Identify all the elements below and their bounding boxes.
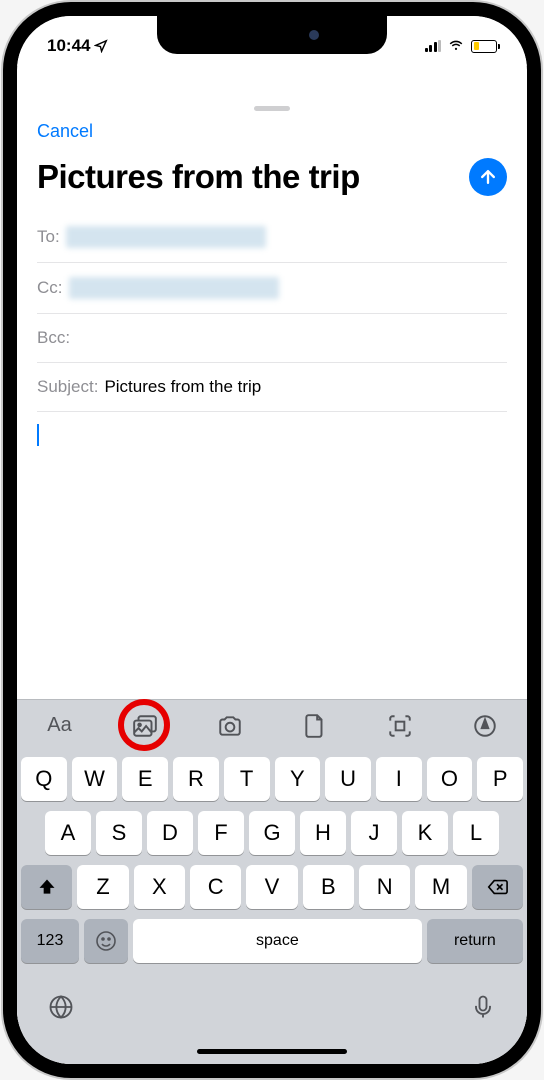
subject-field[interactable]: Subject: Pictures from the trip [37, 363, 507, 412]
cc-label: Cc: [37, 278, 63, 298]
keyboard-row-1: QWERTYUIOP [21, 757, 523, 801]
key-r[interactable]: R [173, 757, 219, 801]
camera-icon [217, 713, 243, 739]
cc-field[interactable]: Cc: [37, 263, 507, 314]
scan-button[interactable] [379, 705, 421, 747]
send-button[interactable] [469, 158, 507, 196]
key-e[interactable]: E [122, 757, 168, 801]
markup-button[interactable] [464, 705, 506, 747]
battery-icon [471, 40, 497, 53]
home-indicator[interactable] [197, 1049, 347, 1054]
emoji-icon [94, 929, 118, 953]
keyboard-row-3: ZXCVBNM [21, 865, 523, 909]
location-icon [94, 39, 108, 53]
photo-icon [132, 713, 158, 739]
emoji-key[interactable] [84, 919, 128, 963]
cc-value-redacted [69, 277, 279, 299]
key-i[interactable]: I [376, 757, 422, 801]
key-s[interactable]: S [96, 811, 142, 855]
key-w[interactable]: W [72, 757, 118, 801]
key-o[interactable]: O [427, 757, 473, 801]
cancel-button[interactable]: Cancel [37, 121, 93, 142]
backspace-icon [486, 876, 508, 898]
return-key[interactable]: return [427, 919, 523, 963]
bcc-label: Bcc: [37, 328, 70, 348]
time-text: 10:44 [47, 36, 90, 56]
text-cursor [37, 424, 39, 446]
space-key[interactable]: space [133, 919, 422, 963]
key-x[interactable]: X [134, 865, 185, 909]
key-q[interactable]: Q [21, 757, 67, 801]
key-y[interactable]: Y [275, 757, 321, 801]
keyboard: Aa [17, 699, 527, 1064]
status-time: 10:44 [47, 36, 108, 56]
to-value-redacted [66, 226, 266, 248]
key-j[interactable]: J [351, 811, 397, 855]
shift-icon [37, 877, 57, 897]
subject-label: Subject: [37, 377, 98, 397]
dictation-button[interactable] [469, 993, 497, 1026]
globe-button[interactable] [47, 993, 75, 1026]
key-b[interactable]: B [303, 865, 354, 909]
key-t[interactable]: T [224, 757, 270, 801]
markup-icon [472, 713, 498, 739]
globe-icon [47, 993, 75, 1021]
to-field[interactable]: To: [37, 212, 507, 263]
key-z[interactable]: Z [77, 865, 128, 909]
notch [157, 16, 387, 54]
wifi-icon [447, 35, 465, 58]
document-button[interactable] [294, 705, 336, 747]
scan-icon [387, 713, 413, 739]
body-input[interactable] [17, 412, 527, 458]
key-u[interactable]: U [325, 757, 371, 801]
compose-sheet: Cancel Pictures from the trip To: Cc: Bc… [17, 98, 527, 1064]
key-k[interactable]: K [402, 811, 448, 855]
key-l[interactable]: L [453, 811, 499, 855]
sheet-header: Cancel [17, 111, 527, 150]
numbers-key[interactable]: 123 [21, 919, 79, 963]
cellular-icon [425, 40, 442, 52]
backspace-key[interactable] [472, 865, 523, 909]
camera-button[interactable] [209, 705, 251, 747]
key-p[interactable]: P [477, 757, 523, 801]
key-d[interactable]: D [147, 811, 193, 855]
arrow-up-icon [478, 167, 498, 187]
keyboard-row-4: 123 space return [21, 919, 523, 963]
title-row: Pictures from the trip [17, 150, 527, 212]
page-title: Pictures from the trip [37, 158, 461, 196]
status-icons [425, 35, 498, 58]
microphone-icon [469, 993, 497, 1021]
document-icon [302, 713, 328, 739]
key-a[interactable]: A [45, 811, 91, 855]
shift-key[interactable] [21, 865, 72, 909]
key-m[interactable]: M [415, 865, 466, 909]
key-f[interactable]: F [198, 811, 244, 855]
key-h[interactable]: H [300, 811, 346, 855]
photo-library-button[interactable] [124, 705, 166, 747]
phone-frame: 10:44 Cancel Pictures from the trip [3, 2, 541, 1078]
key-g[interactable]: G [249, 811, 295, 855]
keyboard-keys: QWERTYUIOP ASDFGHJKL ZXCVBNM 123 space r [17, 751, 527, 979]
phone-screen: 10:44 Cancel Pictures from the trip [17, 16, 527, 1064]
keyboard-row-2: ASDFGHJKL [21, 811, 523, 855]
key-c[interactable]: C [190, 865, 241, 909]
format-button[interactable]: Aa [39, 705, 81, 747]
bcc-field[interactable]: Bcc: [37, 314, 507, 363]
to-label: To: [37, 227, 60, 247]
key-n[interactable]: N [359, 865, 410, 909]
key-v[interactable]: V [246, 865, 297, 909]
subject-value: Pictures from the trip [104, 377, 261, 397]
keyboard-toolbar: Aa [17, 699, 527, 751]
